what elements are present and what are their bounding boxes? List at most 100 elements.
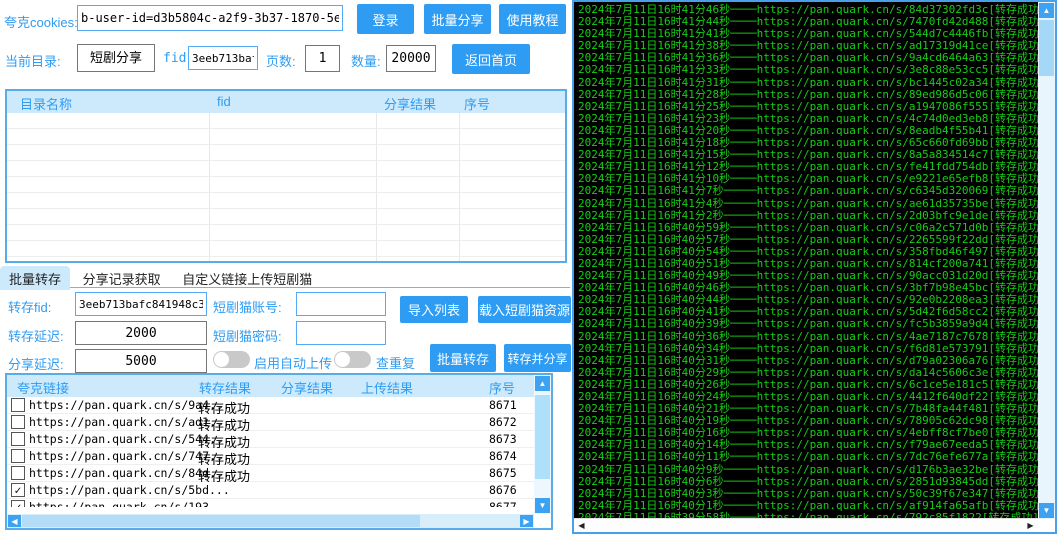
- directory-table: 目录名称 fid 分享结果 序号: [5, 89, 567, 263]
- link-table-row[interactable]: https://pan.quark.cn/s/ad1...转存成功8672: [7, 414, 534, 431]
- console-vscrollbar[interactable]: ▲ ▼: [1038, 2, 1055, 519]
- login-button[interactable]: 登录: [357, 4, 414, 34]
- batch-share-button[interactable]: 批量分享: [424, 4, 491, 34]
- col-share-result: 分享结果: [281, 378, 333, 397]
- current-dir-label: 当前目录:: [5, 51, 61, 70]
- table-row[interactable]: [7, 257, 565, 261]
- password-input[interactable]: [296, 321, 386, 345]
- fid-input[interactable]: [188, 46, 258, 70]
- table-row[interactable]: [7, 177, 565, 193]
- current-dir-box[interactable]: 短剧分享: [77, 44, 155, 72]
- link-table-row[interactable]: ✓https://pan.quark.cn/s/5bd...8676: [7, 482, 534, 499]
- table-row[interactable]: [7, 129, 565, 145]
- checkbox-unchecked[interactable]: [11, 449, 25, 463]
- checkbox-unchecked[interactable]: [11, 432, 25, 446]
- vscroll-thumb[interactable]: [1039, 20, 1054, 76]
- checkbox-unchecked[interactable]: [11, 415, 25, 429]
- tab-batch-transfer[interactable]: 批量转存: [0, 266, 70, 290]
- checkbox-unchecked[interactable]: [11, 466, 25, 480]
- index-cell: 8672: [489, 415, 517, 429]
- scroll-left-button[interactable]: ◀: [8, 515, 21, 527]
- col-index: 序号: [489, 378, 515, 397]
- col-share-result: 分享结果: [384, 94, 436, 113]
- batch-transfer-button[interactable]: 批量转存: [430, 344, 496, 372]
- table-row[interactable]: [7, 193, 565, 209]
- index-cell: 8671: [489, 398, 517, 412]
- table-row[interactable]: [7, 241, 565, 257]
- link-table-body: https://pan.quark.cn/s/9a4...转存成功8671htt…: [7, 397, 534, 507]
- link-table-hscrollbar[interactable]: ◀ ▶: [7, 514, 534, 528]
- index-cell: 8674: [489, 449, 517, 463]
- load-resources-button[interactable]: 载入短剧猫资源: [478, 296, 571, 323]
- console-line: 2024年7月11日16时40分34秒────https://pan.quark…: [578, 343, 1038, 355]
- auto-upload-label: 启用自动上传: [254, 353, 332, 372]
- dedupe-label: 查重复: [376, 353, 415, 372]
- scroll-down-button[interactable]: ▼: [535, 498, 550, 513]
- tutorial-button[interactable]: 使用教程: [499, 4, 566, 34]
- scroll-down-button[interactable]: ▼: [1039, 503, 1054, 518]
- toggle-knob: [214, 352, 229, 367]
- toggle-knob: [335, 352, 350, 367]
- app-window: 夸克cookies: 登录 批量分享 使用教程 当前目录: 短剧分享 fid: …: [0, 0, 1057, 534]
- col-transfer-result: 转存结果: [199, 378, 251, 397]
- transfer-delay-label: 转存延迟:: [8, 326, 64, 345]
- console-line: 2024年7月11日16时41分7秒─────https://pan.quark…: [578, 185, 1038, 197]
- checkbox-checked[interactable]: ✓: [11, 483, 25, 497]
- table-row[interactable]: [7, 209, 565, 225]
- transfer-delay-input[interactable]: [75, 321, 207, 345]
- link-table-row[interactable]: ✓https://pan.quark.cn/s/1938677: [7, 499, 534, 507]
- table-row[interactable]: [7, 161, 565, 177]
- password-label: 短剧猫密码:: [213, 326, 282, 345]
- scroll-up-button[interactable]: ▲: [1039, 3, 1054, 18]
- checkbox-unchecked[interactable]: [11, 398, 25, 412]
- console-line: 2024年7月11日16时40分31秒────https://pan.quark…: [578, 355, 1038, 367]
- scroll-right-button[interactable]: ▶: [520, 515, 533, 527]
- table-row[interactable]: [7, 145, 565, 161]
- scroll-left-button[interactable]: ◀: [575, 519, 588, 531]
- pages-input[interactable]: [305, 45, 340, 72]
- index-cell: 8676: [489, 483, 517, 497]
- console-line: 2024年7月11日16时40分36秒────https://pan.quark…: [578, 331, 1038, 343]
- auto-upload-toggle[interactable]: [213, 351, 250, 368]
- link-table-row[interactable]: https://pan.quark.cn/s/9a4...转存成功8671: [7, 397, 534, 414]
- link-table-header: 夸克链接 转存结果 分享结果 上传结果 序号: [7, 375, 551, 397]
- directory-table-header: 目录名称 fid 分享结果 序号: [7, 91, 565, 113]
- link-table: 夸克链接 转存结果 分享结果 上传结果 序号 https://pan.quark…: [5, 373, 553, 530]
- console-line: 2024年7月11日16时40分59秒────https://pan.quark…: [578, 222, 1038, 234]
- scroll-right-button[interactable]: ▶: [1024, 519, 1037, 531]
- link-table-row[interactable]: https://pan.quark.cn/s/544...转存成功8673: [7, 431, 534, 448]
- col-dir-name: 目录名称: [20, 94, 72, 113]
- console-panel: 2024年7月11日16时41分46秒────https://pan.quark…: [572, 0, 1057, 534]
- transfer-fid-label: 转存fid:: [8, 297, 51, 316]
- checkbox-checked[interactable]: ✓: [11, 500, 25, 507]
- console-line: 2024年7月11日16时41分31秒────https://pan.quark…: [578, 77, 1038, 89]
- tab-share-records[interactable]: 分享记录获取: [74, 266, 170, 290]
- share-delay-input[interactable]: [75, 349, 207, 373]
- col-quark-link: 夸克链接: [17, 378, 69, 397]
- hscroll-thumb[interactable]: [22, 515, 420, 527]
- share-delay-label: 分享延迟:: [8, 354, 64, 373]
- table-row[interactable]: [7, 113, 565, 129]
- import-list-button[interactable]: 导入列表: [400, 296, 468, 323]
- link-table-row[interactable]: https://pan.quark.cn/s/747...转存成功8674: [7, 448, 534, 465]
- pages-label: 页数:: [266, 51, 296, 70]
- col-fid: fid: [217, 94, 231, 109]
- tab-bar: 批量转存 分享记录获取 自定义链接上传短剧猫: [0, 266, 570, 288]
- console-hscrollbar[interactable]: ◀ ▶: [574, 518, 1038, 532]
- console-line: 2024年7月11日16时41分33秒────https://pan.quark…: [578, 64, 1038, 76]
- account-input[interactable]: [296, 292, 386, 316]
- tab-custom-upload[interactable]: 自定义链接上传短剧猫: [173, 266, 321, 290]
- link-table-vscrollbar[interactable]: ▲ ▼: [534, 375, 551, 514]
- scroll-up-button[interactable]: ▲: [535, 376, 550, 391]
- index-cell: 8677: [489, 500, 517, 507]
- home-button[interactable]: 返回首页: [452, 44, 530, 74]
- vscroll-thumb[interactable]: [535, 395, 550, 479]
- count-input[interactable]: [386, 45, 436, 72]
- table-row[interactable]: [7, 225, 565, 241]
- cookies-input[interactable]: [77, 5, 343, 31]
- transfer-and-share-button[interactable]: 转存并分享: [504, 344, 571, 372]
- dedupe-toggle[interactable]: [334, 351, 371, 368]
- console-line: 2024年7月11日16时41分4秒─────https://pan.quark…: [578, 198, 1038, 210]
- transfer-fid-input[interactable]: [75, 292, 207, 316]
- link-table-row[interactable]: https://pan.quark.cn/s/84d...转存成功8675: [7, 465, 534, 482]
